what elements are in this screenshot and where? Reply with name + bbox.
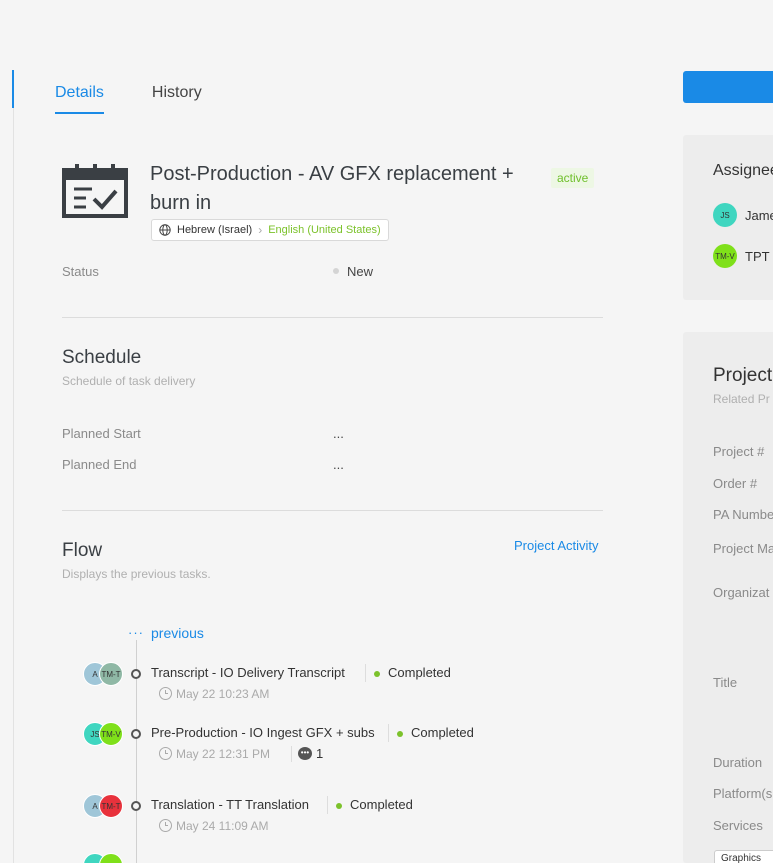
divider	[62, 510, 603, 511]
flow-item-time: May 24 11:09 AM	[176, 819, 269, 833]
flow-item-time: May 22 12:31 PM	[176, 747, 271, 761]
schedule-title: Schedule	[62, 347, 142, 368]
avatar: JS	[713, 203, 737, 227]
comment-count: 1	[316, 746, 324, 761]
chevron-right-icon: ›	[258, 223, 263, 237]
flow-item-status: Completed	[411, 725, 474, 740]
completed-dot	[374, 671, 380, 677]
schedule-subtitle: Schedule of task delivery	[62, 374, 196, 388]
avatar: TM-T	[99, 794, 123, 818]
avatar	[99, 853, 123, 863]
separator	[365, 664, 366, 682]
duration-label: Duration	[713, 755, 763, 770]
avatar-group: A TM-T	[83, 662, 125, 686]
timeline-node	[131, 729, 141, 739]
project-subtitle: Related Pr	[713, 392, 770, 406]
planned-end-label: Planned End	[62, 457, 137, 472]
clock-icon	[159, 747, 172, 760]
completed-dot	[397, 731, 403, 737]
avatar: TM-V	[99, 722, 123, 746]
planned-start-value: ...	[333, 426, 344, 441]
task-title: Post-Production - AV GFX replacement + b…	[150, 163, 514, 214]
avatar-group: JS TM-V	[83, 722, 125, 746]
comment-icon[interactable]: •••	[298, 747, 312, 760]
language-pair: Hebrew (Israel) › English (United States…	[151, 219, 389, 241]
timeline-node	[131, 801, 141, 811]
tab-history[interactable]: History	[152, 84, 202, 114]
state-badge: active	[551, 168, 595, 188]
order-number-label: Order #	[713, 476, 758, 491]
globe-icon	[159, 224, 171, 236]
flow-item[interactable]: JS TM-V Pre-Production - IO Ingest GFX +…	[80, 722, 620, 762]
title-label: Title	[713, 675, 738, 690]
flow-item-title[interactable]: Translation - TT Translation	[151, 797, 309, 812]
flow-item-status: Completed	[350, 797, 413, 812]
divider	[62, 317, 603, 318]
more-dots-icon[interactable]: ···	[128, 625, 144, 640]
avatar: TM-V	[713, 244, 737, 268]
planned-start-label: Planned Start	[62, 426, 141, 441]
project-number-label: Project #	[713, 444, 765, 459]
flow-item-title[interactable]: Transcript - IO Delivery Transcript	[151, 665, 345, 680]
status-label: Status	[62, 264, 99, 279]
clock-icon	[159, 819, 172, 832]
separator	[388, 724, 389, 742]
project-activity-link[interactable]: Project Activity	[514, 538, 599, 553]
timeline-node	[131, 669, 141, 679]
service-chip[interactable]: Graphics	[714, 850, 773, 863]
project-manager-label: Project Ma	[713, 541, 773, 556]
tab-bar: Details History	[55, 84, 202, 114]
avatar: TM-T	[99, 662, 123, 686]
project-title: Project	[713, 365, 773, 386]
flow-item-time: May 22 10:23 AM	[176, 687, 270, 701]
separator	[327, 796, 328, 814]
source-language: Hebrew (Israel)	[177, 224, 253, 236]
tab-details[interactable]: Details	[55, 84, 104, 114]
avatar-group: A TM-T	[83, 794, 125, 818]
services-label: Services	[713, 818, 763, 833]
status-value: New	[347, 264, 374, 279]
pa-number-label: PA Numbe	[713, 507, 773, 522]
clock-icon	[159, 687, 172, 700]
primary-action-button[interactable]	[683, 71, 773, 103]
flow-subtitle: Displays the previous tasks.	[62, 567, 211, 581]
completed-dot	[336, 803, 342, 809]
planned-end-value: ...	[333, 457, 344, 472]
organization-label: Organizat	[713, 585, 770, 600]
flow-item[interactable]: A TM-T Translation - TT Translation Comp…	[80, 794, 620, 834]
assignee-name[interactable]: TPT I	[745, 249, 773, 264]
previous-link[interactable]: previous	[151, 625, 204, 641]
target-language: English (United States)	[268, 224, 381, 236]
left-rule	[13, 70, 14, 863]
separator	[291, 746, 292, 762]
assignee-title: Assignee	[713, 162, 773, 179]
flow-item-title[interactable]: Pre-Production - IO Ingest GFX + subs	[151, 725, 375, 740]
flow-item-status: Completed	[388, 665, 451, 680]
assignee-name[interactable]: Jame	[745, 208, 773, 223]
calendar-check-icon	[62, 164, 128, 218]
left-accent	[12, 70, 14, 108]
flow-item[interactable]: A TM-T Transcript - IO Delivery Transcri…	[80, 662, 620, 702]
status-dot	[333, 268, 339, 274]
flow-title: Flow	[62, 540, 103, 561]
platforms-label: Platform(s	[713, 786, 773, 801]
